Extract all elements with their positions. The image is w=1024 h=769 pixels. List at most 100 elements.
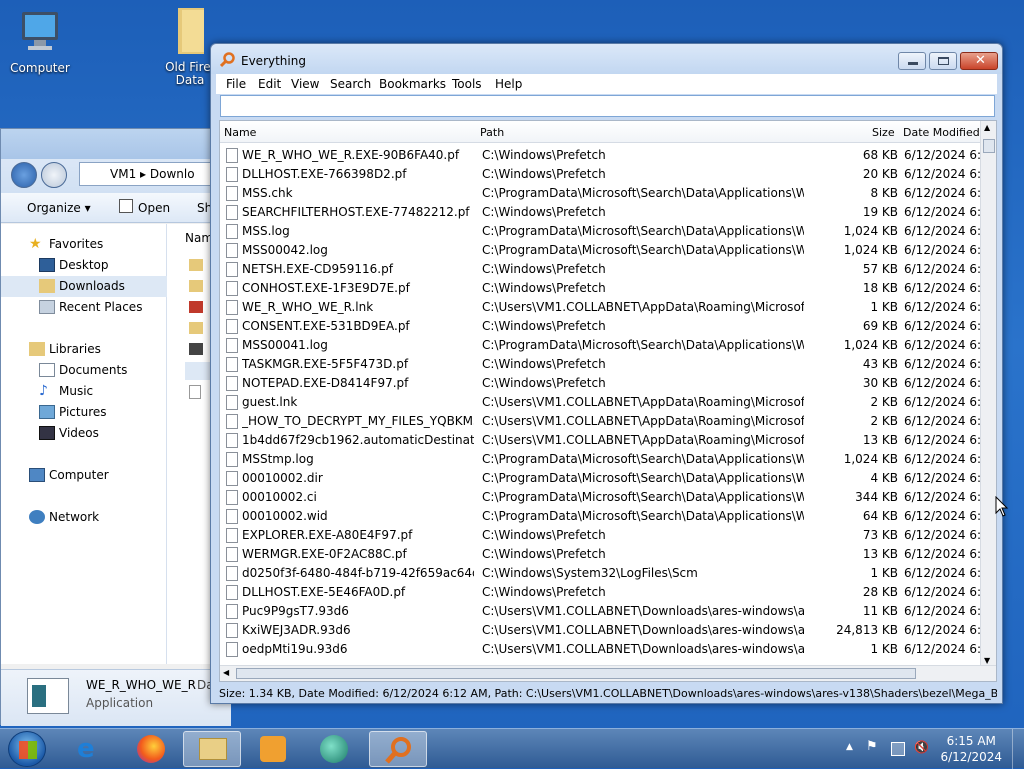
result-row[interactable]: WERMGR.EXE-0F2AC88C.pf C:\Windows\Prefetc… <box>220 545 984 564</box>
breadcrumb-downloads[interactable]: Downlo <box>150 167 195 181</box>
nav-recent-places[interactable]: Recent Places <box>1 297 167 318</box>
result-row[interactable]: 1b4dd67f29cb1962.automaticDestinations..… <box>220 431 984 450</box>
column-header-path[interactable]: Path <box>480 126 504 139</box>
menu-search[interactable]: Search <box>330 77 371 91</box>
nav-videos[interactable]: Videos <box>1 423 167 444</box>
clock-time: 6:15 AM <box>946 734 996 748</box>
result-row[interactable]: 00010002.ci C:\ProgramData\Microsoft\Sear… <box>220 488 984 507</box>
everything-titlebar[interactable]: Everything ✕ <box>211 44 1002 74</box>
desktop-icon-computer[interactable]: Computer <box>0 8 80 75</box>
column-header-date[interactable]: Date Modified <box>903 126 980 139</box>
column-header-name[interactable]: Name <box>224 126 256 139</box>
nav-libraries[interactable]: Libraries <box>1 339 167 360</box>
explorer-titlebar[interactable] <box>1 129 229 159</box>
vertical-scrollbar[interactable]: ▲ ▼ <box>980 121 996 667</box>
column-header-name[interactable]: Nam <box>185 231 213 245</box>
taskbar-firefox[interactable] <box>122 731 180 767</box>
nav-music[interactable]: ♪ Music <box>1 381 167 402</box>
show-hidden-icons-icon[interactable]: ▲ <box>846 742 860 756</box>
result-row[interactable]: 00010002.wid C:\ProgramData\Microsoft\Sea… <box>220 507 984 526</box>
result-row[interactable]: oedpMti19u.93d6 C:\Users\VM1.COLLABNET\Do… <box>220 640 984 659</box>
search-input[interactable] <box>220 95 995 117</box>
results-list[interactable]: Name Path Size Date Modified WE_R_WHO_WE… <box>219 120 997 682</box>
result-row[interactable]: DLLHOST.EXE-5E46FA0D.pf C:\Windows\Prefet… <box>220 583 984 602</box>
result-row[interactable]: NOTEPAD.EXE-D8414F97.pf C:\Windows\Prefet… <box>220 374 984 393</box>
result-row[interactable]: 00010002.dir C:\ProgramData\Microsoft\Sea… <box>220 469 984 488</box>
vertical-scroll-thumb[interactable] <box>983 139 995 153</box>
result-row[interactable]: d0250f3f-6480-484f-b719-42f659ac64d5 C:\W… <box>220 564 984 583</box>
result-row[interactable]: TASKMGR.EXE-5F5F473D.pf C:\Windows\Prefet… <box>220 355 984 374</box>
breadcrumb-vm1[interactable]: VM1 <box>110 167 136 181</box>
nav-computer[interactable]: Computer <box>1 465 167 486</box>
result-row[interactable]: SEARCHFILTERHOST.EXE-77482212.pf C:\Windo… <box>220 203 984 222</box>
result-date: 6/12/2024 6:15 <box>904 395 984 409</box>
result-row[interactable]: MSS00041.log C:\ProgramData\Microsoft\Sea… <box>220 336 984 355</box>
result-row[interactable]: Puc9P9gsT7.93d6 C:\Users\VM1.COLLABNET\Do… <box>220 602 984 621</box>
horizontal-scrollbar[interactable]: ◀ <box>220 665 996 681</box>
nav-documents[interactable]: Documents <box>1 360 167 381</box>
result-row[interactable]: DLLHOST.EXE-766398D2.pf C:\Windows\Prefet… <box>220 165 984 184</box>
horizontal-scroll-thumb[interactable] <box>236 668 916 679</box>
result-row[interactable]: MSS.chk C:\ProgramData\Microsoft\Search\D… <box>220 184 984 203</box>
nav-desktop[interactable]: Desktop <box>1 255 167 276</box>
taskbar-media-player[interactable] <box>244 731 302 767</box>
result-row[interactable]: _HOW_TO_DECRYPT_MY_FILES_YQBKM3I... C:\Us… <box>220 412 984 431</box>
result-row[interactable]: MSS00042.log C:\ProgramData\Microsoft\Sea… <box>220 241 984 260</box>
file-icon <box>226 319 238 334</box>
nav-downloads[interactable]: Downloads <box>1 276 167 297</box>
taskbar-windows-explorer[interactable] <box>183 731 241 767</box>
result-row[interactable]: NETSH.EXE-CD959116.pf C:\Windows\Prefetch… <box>220 260 984 279</box>
result-date: 6/12/2024 6:15 <box>904 319 984 333</box>
result-row[interactable]: MSStmp.log C:\ProgramData\Microsoft\Searc… <box>220 450 984 469</box>
result-name: WE_R_WHO_WE_R.lnk <box>242 300 374 314</box>
show-desktop-button[interactable] <box>1012 729 1024 769</box>
result-row[interactable]: CONHOST.EXE-1F3E9D7E.pf C:\Windows\Prefet… <box>220 279 984 298</box>
nav-pictures[interactable]: Pictures <box>1 402 167 423</box>
clock[interactable]: 6:15 AM 6/12/2024 <box>940 733 1002 765</box>
column-header-size[interactable]: Size <box>872 126 895 139</box>
column-header-bar: Name Path Size Date Modified <box>220 121 980 143</box>
scroll-up-arrow-icon[interactable]: ▲ <box>984 123 990 132</box>
result-row[interactable]: WE_R_WHO_WE_R.lnk C:\Users\VM1.COLLABNET\… <box>220 298 984 317</box>
downloads-icon <box>39 279 55 293</box>
maximize-button[interactable] <box>929 52 957 70</box>
magnifier-icon <box>385 737 411 764</box>
result-date: 6/12/2024 6:15 <box>904 167 984 181</box>
result-row[interactable]: guest.lnk C:\Users\VM1.COLLABNET\AppData\… <box>220 393 984 412</box>
result-row[interactable]: CONSENT.EXE-531BD9EA.pf C:\Windows\Prefet… <box>220 317 984 336</box>
back-button[interactable] <box>11 162 37 188</box>
menu-help[interactable]: Help <box>495 77 522 91</box>
volume-muted-icon[interactable]: 🔇 <box>914 740 929 754</box>
menu-view[interactable]: View <box>291 77 319 91</box>
result-path: C:\Windows\Prefetch <box>482 262 606 276</box>
explorer-window[interactable]: VM1 ▸ Downlo Organize ▾ Open Sh ★ Favori… <box>0 128 239 726</box>
taskbar-app[interactable] <box>305 731 363 767</box>
taskbar-internet-explorer[interactable]: e <box>62 731 120 767</box>
open-button[interactable]: Open <box>138 201 170 215</box>
nav-network[interactable]: Network <box>1 507 167 528</box>
action-center-flag-icon[interactable]: ⚑ <box>866 739 880 754</box>
organize-button[interactable]: Organize ▾ <box>27 201 91 215</box>
scroll-left-arrow-icon[interactable]: ◀ <box>223 668 229 677</box>
menu-tools[interactable]: Tools <box>452 77 482 91</box>
nav-favorites[interactable]: ★ Favorites <box>1 234 167 255</box>
taskbar-everything[interactable] <box>369 731 427 767</box>
start-button[interactable] <box>8 731 46 767</box>
forward-button[interactable] <box>41 162 67 188</box>
result-row[interactable]: EXPLORER.EXE-A80E4F97.pf C:\Windows\Prefe… <box>220 526 984 545</box>
scroll-down-arrow-icon[interactable]: ▼ <box>984 656 990 665</box>
file-icon <box>226 585 238 600</box>
result-row[interactable]: KxiWEJ3ADR.93d6 C:\Users\VM1.COLLABNET\Do… <box>220 621 984 640</box>
result-date: 6/12/2024 6:15 <box>904 262 984 276</box>
everything-window[interactable]: Everything ✕ File Edit View Search Bookm… <box>210 43 1003 704</box>
result-row[interactable]: MSS.log C:\ProgramData\Microsoft\Search\D… <box>220 222 984 241</box>
menu-bookmarks[interactable]: Bookmarks <box>379 77 446 91</box>
menu-file[interactable]: File <box>226 77 246 91</box>
result-row[interactable]: WE_R_WHO_WE_R.EXE-90B6FA40.pf C:\Windows\… <box>220 146 984 165</box>
network-icon[interactable] <box>891 742 905 756</box>
close-button[interactable]: ✕ <box>960 52 998 70</box>
file-icon <box>226 452 238 467</box>
minimize-button[interactable] <box>898 52 926 70</box>
menu-edit[interactable]: Edit <box>258 77 281 91</box>
clock-date: 6/12/2024 <box>940 750 1002 764</box>
